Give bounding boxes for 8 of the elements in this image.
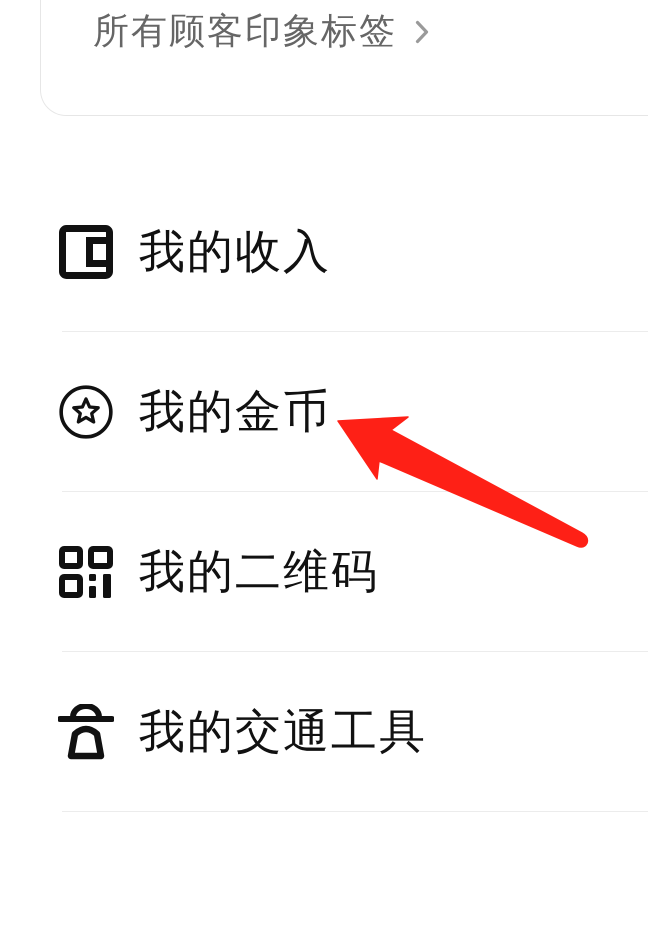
qr-code-icon (59, 546, 113, 598)
menu-item[interactable]: 我的二维码 (62, 492, 648, 652)
bell-shape-icon (58, 704, 114, 760)
menu-item[interactable]: 我的交通工具 (62, 652, 648, 812)
tags-link[interactable]: 所有顾客印象标签 (93, 12, 429, 52)
wallet-icon (59, 224, 113, 278)
menu-item[interactable]: 我的收入 (62, 172, 648, 332)
chevron-right-icon (415, 20, 429, 44)
